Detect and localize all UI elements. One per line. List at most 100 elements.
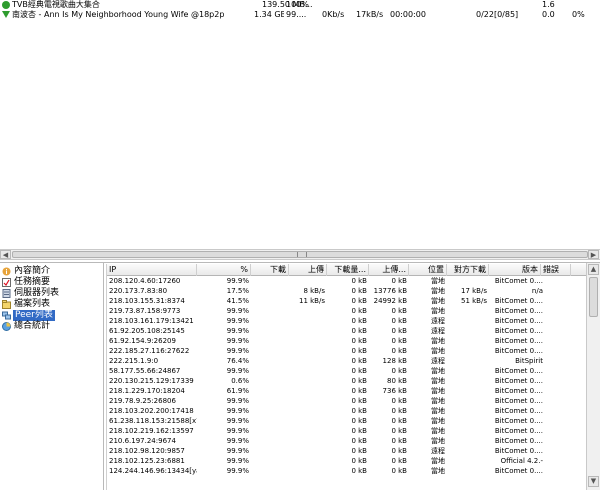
cell-uploaded: 0 kB	[391, 407, 407, 415]
table-row[interactable]: 218.102.219.162:13597 99.9% 0 kB 0 kB 當地 BitC…	[107, 426, 587, 436]
cell-percent: 0.6%	[231, 377, 249, 385]
table-row[interactable]: 124.244.146.96:13434[yah... 99.9% 0 kB 0 kB…	[107, 466, 587, 476]
cell-location: 當地	[431, 387, 445, 395]
scroll-left-button[interactable]: ◀	[0, 250, 11, 259]
cell-location: 遠程	[431, 317, 445, 325]
cell-percent: 99.9%	[226, 307, 249, 315]
cell-uploaded: 736 kB	[382, 387, 407, 395]
cell-location: 當地	[431, 367, 445, 375]
table-row[interactable]: 222.185.27.116:27622 99.9% 0 kB 0 kB 當地 BitCo…	[107, 346, 587, 356]
col-header-percent[interactable]: %	[197, 264, 251, 276]
table-row[interactable]: 218.102.98.120:9857 99.9% 0 kB 0 kB 遠程 BitCom…	[107, 446, 587, 456]
cell-peer-download: 17 kB/s	[461, 287, 487, 295]
cell-uploaded: 0 kB	[391, 417, 407, 425]
table-row[interactable]: 218.103.155.31:8374 41.5% 11 kB/s 0 kB 24992…	[107, 296, 587, 306]
cell-location: 當地	[431, 427, 445, 435]
task-row[interactable]: TVB經典電視歌曲大集合 139.50 MB... 100% 1.6	[0, 0, 600, 10]
table-row[interactable]: 61.92.154.9:26209 99.9% 0 kB 0 kB 當地 BitComet…	[107, 336, 587, 346]
cell-ip: 219.73.87.158:9773	[109, 307, 181, 315]
cell-peer-download: 51 kB/s	[461, 297, 487, 305]
table-row[interactable]: 208.120.4.60:17260 99.9% 0 kB 0 kB 當地 BitCome…	[107, 276, 587, 286]
table-row[interactable]: 218.103.202.200:17418 99.9% 0 kB 0 kB 當地 BitC…	[107, 406, 587, 416]
col-header-peer-download[interactable]: 對方下載	[447, 264, 489, 276]
cell-upload: 11 kB/s	[299, 297, 325, 305]
vertical-scrollbar[interactable]: ▲ ▼	[586, 263, 600, 490]
table-row[interactable]: 218.102.125.23:6881 99.9% 0 kB 0 kB 當地 Offici…	[107, 456, 587, 466]
cell-version: BitComet 0....	[494, 277, 543, 285]
table-row[interactable]: 218.103.161.179:13421 99.9% 0 kB 0 kB 遠程 BitC…	[107, 316, 587, 326]
cell-ip: 61.92.205.108:25145	[109, 327, 185, 335]
col-header-location[interactable]: 位置	[409, 264, 447, 276]
task-name: 南波杏 - Ann Is My Neighborhood Young Wife …	[12, 10, 225, 19]
col-header-download[interactable]: 下載	[251, 264, 289, 276]
cell-version: BitComet 0....	[494, 347, 543, 355]
table-row[interactable]: 219.78.9.25:26806 99.9% 0 kB 0 kB 當地 BitComet…	[107, 396, 587, 406]
statistics-icon	[2, 322, 11, 331]
table-row[interactable]: 219.73.87.158:9773 99.9% 0 kB 0 kB 當地 BitCome…	[107, 306, 587, 316]
table-row[interactable]: 61.238.118.153:21588[x70... 99.9% 0 kB 0 kB…	[107, 416, 587, 426]
nav-item-server-list[interactable]: 伺服器列表	[2, 288, 102, 299]
col-header-uploaded[interactable]: 上傳...	[369, 264, 409, 276]
col-header-version[interactable]: 版本	[489, 264, 541, 276]
nav-item-statistics[interactable]: 總合統計	[2, 321, 102, 332]
nav-item-label: 總合統計	[14, 321, 51, 331]
col-header-upload[interactable]: 上傳	[289, 264, 327, 276]
cell-version: BitComet 0....	[494, 327, 543, 335]
scroll-up-button[interactable]: ▲	[588, 264, 599, 275]
table-row[interactable]: 58.177.55.66:24867 99.9% 0 kB 0 kB 當地 BitCome…	[107, 366, 587, 376]
cell-downloaded: 0 kB	[351, 367, 367, 375]
scroll-down-button[interactable]: ▼	[588, 476, 599, 487]
peer-table-body: 208.120.4.60:17260 99.9% 0 kB 0 kB 當地 BitCome…	[107, 276, 587, 490]
cell-uploaded: 0 kB	[391, 317, 407, 325]
cell-percent: 41.5%	[226, 297, 249, 305]
cell-percent: 99.9%	[226, 467, 249, 475]
cell-downloaded: 0 kB	[351, 357, 367, 365]
cell-percent: 99.9%	[226, 427, 249, 435]
col-header-ip[interactable]: IP	[107, 264, 197, 276]
table-row[interactable]: 210.6.197.24:9674 99.9% 0 kB 0 kB 當地 BitComet…	[107, 436, 587, 446]
details-nav: 內容簡介 任務摘要 伺服器列表 檔案列表 Peer列表 總合統計	[0, 263, 104, 490]
cell-ip: 124.244.146.96:13434[yah...	[109, 467, 197, 475]
table-row[interactable]: 220.173.7.83:80 17.5% 8 kB/s 0 kB 13776 kB 當地…	[107, 286, 587, 296]
task-seeds: 0/22[0/85]	[476, 10, 518, 19]
task-row[interactable]: 南波杏 - Ann Is My Neighborhood Young Wife …	[0, 10, 600, 20]
cell-version: BitComet 0....	[494, 447, 543, 455]
cell-ip: 210.6.197.24:9674	[109, 437, 176, 445]
cell-uploaded: 0 kB	[391, 347, 407, 355]
table-row[interactable]: 220.130.215.129:17339 0.6% 0 kB 80 kB 當地 BitC…	[107, 376, 587, 386]
cell-ip: 208.120.4.60:17260	[109, 277, 181, 285]
cell-uploaded: 0 kB	[391, 437, 407, 445]
cell-downloaded: 0 kB	[351, 347, 367, 355]
col-header-error[interactable]: 錯誤	[541, 264, 571, 276]
peer-table-header: IP % 下載 上傳 下載量... 上傳... 位置 對方下載 版本 錯誤	[107, 264, 587, 276]
horizontal-scrollbar[interactable]: ◀ ▶	[0, 249, 600, 260]
scroll-right-button[interactable]: ▶	[588, 250, 599, 259]
cell-ip: 218.103.161.179:13421	[109, 317, 194, 325]
cell-version: BitComet 0....	[494, 467, 543, 475]
table-row[interactable]: 218.1.229.170:18204 61.9% 0 kB 736 kB 當地 BitC…	[107, 386, 587, 396]
table-row[interactable]: 222.215.1.9:0 76.4% 0 kB 128 kB 遠程 BitSpirit	[107, 356, 587, 366]
file-list-icon	[2, 300, 11, 309]
scroll-thumb[interactable]	[12, 251, 588, 258]
cell-downloaded: 0 kB	[351, 397, 367, 405]
task-share-ratio: 0.0	[542, 10, 555, 19]
scroll-thumb[interactable]	[589, 277, 598, 317]
cell-version: BitComet 0....	[494, 337, 543, 345]
cell-version: BitSpirit	[515, 357, 543, 365]
task-upload: 0%	[572, 10, 585, 19]
cell-ip: 61.92.154.9:26209	[109, 337, 176, 345]
cell-percent: 99.9%	[226, 367, 249, 375]
cell-version: BitComet 0....	[494, 397, 543, 405]
table-row[interactable]: 61.92.205.108:25145 99.9% 0 kB 0 kB 遠程 BitCom…	[107, 326, 587, 336]
cell-ip: 218.103.202.200:17418	[109, 407, 194, 415]
nav-item-info[interactable]: 內容簡介	[2, 266, 102, 277]
cell-downloaded: 0 kB	[351, 387, 367, 395]
cell-version: BitComet 0....	[494, 317, 543, 325]
col-header-downloaded[interactable]: 下載量...	[327, 264, 369, 276]
cell-downloaded: 0 kB	[351, 327, 367, 335]
nav-item-task-summary[interactable]: 任務摘要	[2, 277, 102, 288]
cell-location: 當地	[431, 407, 445, 415]
cell-ip: 220.130.215.129:17339	[109, 377, 194, 385]
nav-item-file-list[interactable]: 檔案列表	[2, 299, 102, 310]
nav-item-peer-list[interactable]: Peer列表	[2, 310, 102, 321]
